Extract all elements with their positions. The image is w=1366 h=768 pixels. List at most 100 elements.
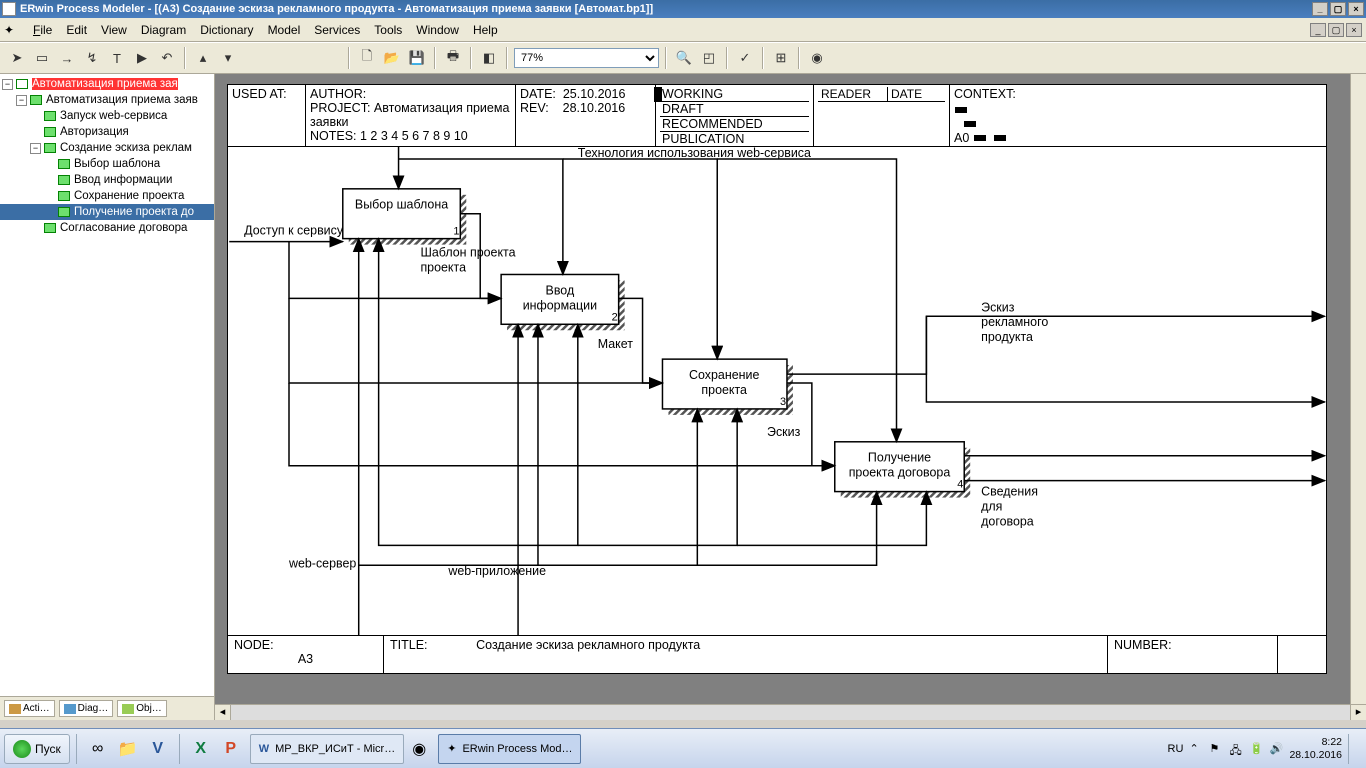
menu-dictionary[interactable]: Dictionary [193, 21, 260, 39]
properties[interactable]: ◉ [806, 47, 828, 69]
open-file[interactable]: 📂 [381, 47, 403, 69]
svg-text:Доступ к сервису: Доступ к сервису [244, 224, 344, 238]
bend-tool[interactable]: ↯ [81, 47, 103, 69]
system-tray: RU ⌃ ⚑ 🖧 🔋 🔊 8:22 28.10.2016 [1162, 734, 1362, 764]
svg-text:Макет: Макет [598, 337, 634, 351]
zoom-in[interactable]: 🔍 [673, 47, 695, 69]
tree-item[interactable]: Согласование договора [0, 220, 214, 236]
tab-activities[interactable]: Acti… [4, 700, 55, 717]
used-at-cell: USED AT: [228, 85, 306, 146]
tray-battery-icon[interactable]: 🔋 [1249, 742, 1263, 756]
zoom-fit[interactable]: ◰ [698, 47, 720, 69]
menu-diagram[interactable]: Diagram [134, 21, 193, 39]
start-button[interactable]: Пуск [4, 734, 70, 764]
language-indicator[interactable]: RU [1168, 743, 1184, 755]
tray-flag-icon[interactable]: ⚑ [1209, 742, 1223, 756]
ql-visio[interactable]: V [143, 734, 173, 764]
up-tool[interactable]: ▴ [192, 47, 214, 69]
reader-cell: READERDATE [814, 85, 950, 146]
taskbar: Пуск ∞ 📁 V X P W МР_ВКР_ИСиТ - Micr… ◉ ✦… [0, 728, 1366, 768]
arrow-tool[interactable]: → [56, 47, 78, 69]
pointer-tool[interactable]: ➤ [6, 47, 28, 69]
expander-icon[interactable]: − [30, 143, 41, 154]
tray-network-icon[interactable]: 🖧 [1229, 742, 1243, 756]
menu-view[interactable]: View [94, 21, 134, 39]
ql-visualstudio[interactable]: ∞ [83, 734, 113, 764]
tree-item[interactable]: Запуск web-сервиса [0, 108, 214, 124]
ql-chrome[interactable]: ◉ [404, 734, 434, 764]
maximize-button[interactable]: ▢ [1330, 2, 1346, 16]
spell-check[interactable]: ✓ [734, 47, 756, 69]
ql-excel[interactable]: X [186, 734, 216, 764]
context-cell: CONTEXT: A0 [950, 85, 1326, 146]
save-file[interactable]: 💾 [406, 47, 428, 69]
down-tool[interactable]: ▾ [217, 47, 239, 69]
canvas-scroll[interactable]: USED AT: AUTHOR: PROJECT: Автоматизация … [215, 74, 1366, 704]
clock[interactable]: 8:22 28.10.2016 [1289, 736, 1342, 761]
minimize-button[interactable]: _ [1312, 2, 1328, 16]
svg-text:Шаблон проекта: Шаблон проекта [420, 246, 515, 260]
diagram-canvas-wrap: USED AT: AUTHOR: PROJECT: Автоматизация … [215, 74, 1366, 720]
new-file[interactable]: 🗋 [356, 47, 378, 69]
svg-text:3: 3 [780, 396, 786, 408]
tree-item[interactable]: − Автоматизация приема заяв [0, 92, 214, 108]
text-tool[interactable]: T [106, 47, 128, 69]
task-word[interactable]: W МР_ВКР_ИСиТ - Micr… [250, 734, 404, 764]
menu-help[interactable]: Help [466, 21, 505, 39]
print[interactable]: 🖶 [442, 47, 464, 69]
mdi-close[interactable]: × [1346, 23, 1362, 37]
mdi-restore[interactable]: ▢ [1328, 23, 1344, 37]
ql-explorer[interactable]: 📁 [113, 734, 143, 764]
mdi-minimize[interactable]: _ [1310, 23, 1326, 37]
menu-model[interactable]: Model [261, 21, 308, 39]
undo-tool[interactable]: ↶ [156, 47, 178, 69]
diagram-page[interactable]: USED AT: AUTHOR: PROJECT: Автоматизация … [227, 84, 1327, 674]
svg-text:проекта: проекта [701, 383, 747, 397]
tree-item[interactable]: Выбор шаблона [0, 156, 214, 172]
ql-powerpoint[interactable]: P [216, 734, 246, 764]
menu-services[interactable]: Services [307, 21, 367, 39]
svg-text:Эскиз: Эскиз [767, 425, 801, 439]
model-explorer[interactable]: ⊞ [770, 47, 792, 69]
mdi-icon[interactable]: ✦ [4, 23, 18, 37]
tree-item[interactable]: Сохранение проекта [0, 188, 214, 204]
svg-text:Ввод: Ввод [546, 283, 575, 297]
menu-bar: ✦ File Edit View Diagram Dictionary Mode… [0, 18, 1366, 42]
svg-text:Сведения: Сведения [981, 485, 1038, 499]
tree-item[interactable]: Ввод информации [0, 172, 214, 188]
tree-item[interactable]: − Создание эскиза реклам [0, 140, 214, 156]
tray-volume-icon[interactable]: 🔊 [1269, 742, 1283, 756]
svg-text:Сохранение: Сохранение [689, 368, 759, 382]
expander-icon[interactable]: − [2, 79, 13, 90]
show-desktop[interactable] [1348, 734, 1356, 764]
tab-objects[interactable]: Obj… [117, 700, 167, 717]
activity-box-tool[interactable]: ▭ [31, 47, 53, 69]
diagram-content[interactable]: Выбор шаблона 1 Ввод информации 2 Сохран… [228, 147, 1326, 635]
horizontal-scrollbar[interactable]: ◂ ▸ [215, 704, 1366, 720]
menu-file[interactable]: File [26, 21, 59, 39]
svg-text:проекта: проекта [420, 260, 466, 274]
menu-tools[interactable]: Tools [367, 21, 409, 39]
date-rev-cell: DATE: 25.10.2016 REV: 28.10.2016 [516, 85, 656, 146]
author-project-cell: AUTHOR: PROJECT: Автоматизация приема за… [306, 85, 516, 146]
tab-diagrams[interactable]: Diag… [59, 700, 114, 717]
status-cell: WORKING DRAFT RECOMMENDED PUBLICATION [656, 85, 814, 146]
erwin-icon: ✦ [447, 742, 456, 755]
menu-edit[interactable]: Edit [59, 21, 94, 39]
activity-tree[interactable]: − Автоматизация приема зая − Автоматизац… [0, 74, 214, 696]
close-button[interactable]: × [1348, 2, 1364, 16]
task-erwin[interactable]: ✦ ERwin Process Mod… [438, 734, 581, 764]
tray-chevron-icon[interactable]: ⌃ [1189, 742, 1203, 756]
svg-text:для: для [981, 500, 1002, 514]
expander-icon[interactable]: − [16, 95, 27, 106]
zoom-select[interactable]: 77% [514, 48, 659, 68]
palette[interactable]: ◧ [478, 47, 500, 69]
svg-text:2: 2 [612, 311, 618, 323]
menu-window[interactable]: Window [409, 21, 466, 39]
tree-item-selected[interactable]: Получение проекта до [0, 204, 214, 220]
vertical-scrollbar[interactable] [1350, 74, 1366, 704]
tree-item[interactable]: Авторизация [0, 124, 214, 140]
svg-text:информации: информации [523, 298, 597, 312]
tree-root[interactable]: − Автоматизация приема зая [0, 76, 214, 92]
play-tool[interactable]: ▶ [131, 47, 153, 69]
